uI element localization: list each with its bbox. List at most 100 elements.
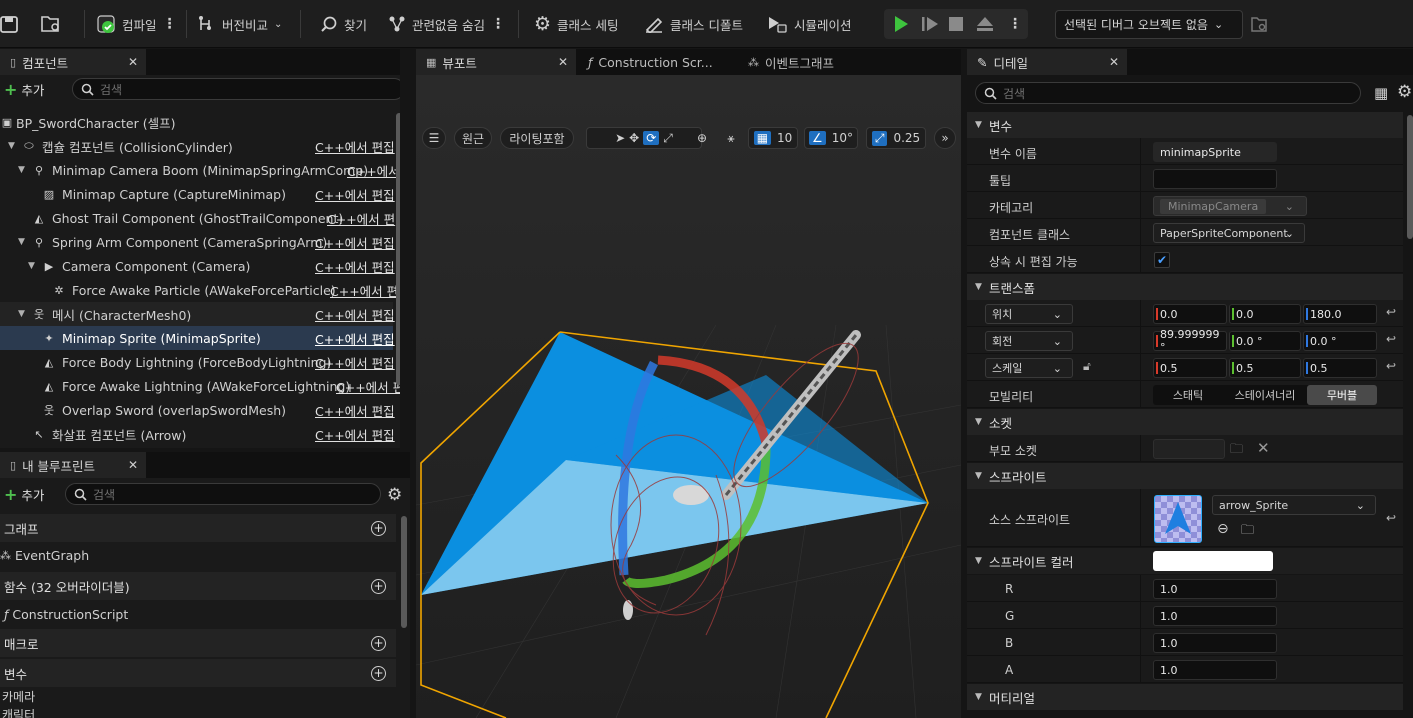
- lock-icon[interactable]: 🔓︎: [1083, 359, 1091, 374]
- add-graph-icon[interactable]: +: [371, 520, 386, 536]
- tree-row-minimap-capture[interactable]: ▨ Minimap Capture (CaptureMinimap) C++에서…: [0, 182, 395, 206]
- rotation-z-field[interactable]: 0.0 °: [1303, 331, 1377, 351]
- scale-y-field[interactable]: 0.5: [1229, 358, 1301, 378]
- class-defaults-button[interactable]: 클래스 디폴트: [644, 0, 743, 48]
- class-settings-button[interactable]: ⚙ 클래스 세팅: [534, 0, 619, 48]
- variable-section-header[interactable]: ▼ 변수: [967, 112, 1403, 138]
- blueprint-scrollbar[interactable]: [401, 516, 407, 628]
- gear-icon[interactable]: ⚙: [1397, 82, 1412, 102]
- graph-section-header[interactable]: 그래프 +: [0, 514, 396, 542]
- event-graph-item[interactable]: ⁂ EventGraph: [0, 544, 89, 566]
- sprite-section-header[interactable]: ▼ 스프라이트: [967, 463, 1403, 489]
- mobility-stationary-option[interactable]: 스테이셔너리: [1223, 385, 1307, 405]
- hide-unrelated-options-icon[interactable]: ⋮: [491, 16, 505, 32]
- edit-in-cpp-link[interactable]: C++에서 편집: [315, 257, 395, 276]
- tab-details[interactable]: ✎ 디테일 ✕: [967, 49, 1127, 75]
- grid-snap-button[interactable]: ▦ 10: [748, 127, 798, 149]
- add-variable-icon[interactable]: +: [371, 665, 386, 681]
- save-icon[interactable]: [0, 0, 20, 48]
- debug-browse-icon[interactable]: [1250, 0, 1268, 48]
- compile-button[interactable]: 컴파일 ⋮: [96, 0, 177, 48]
- edit-in-cpp-link[interactable]: C++에서 편: [330, 281, 398, 300]
- construction-script-item[interactable]: ƒ ConstructionScript: [4, 603, 128, 625]
- edit-in-cpp-link[interactable]: C++에서 편: [327, 209, 395, 228]
- edit-in-cpp-link[interactable]: C++에서 편집: [315, 137, 395, 156]
- scale-mode-dropdown[interactable]: 스케일 ⌄: [985, 358, 1073, 378]
- tree-row-minimap-sprite[interactable]: ✦ Minimap Sprite (MinimapSprite) C++에서 편…: [0, 326, 395, 350]
- edit-in-cpp-link[interactable]: C++에서 편집: [315, 233, 395, 252]
- add-macro-icon[interactable]: +: [371, 635, 386, 651]
- details-search-input[interactable]: 검색: [975, 82, 1361, 104]
- tab-my-blueprint[interactable]: ▯ 내 블루프린트 ✕: [0, 452, 146, 478]
- collapse-arrow-icon[interactable]: ▼: [8, 141, 15, 151]
- components-search-input[interactable]: 검색: [72, 78, 400, 100]
- variable-category-camera[interactable]: 카메라: [2, 688, 35, 705]
- eject-button[interactable]: [976, 0, 994, 48]
- rotation-x-field[interactable]: 89.999999 °: [1153, 328, 1227, 354]
- color-g-field[interactable]: 1.0: [1153, 606, 1277, 626]
- functions-section-header[interactable]: 함수 (32 오버라이더블) +: [0, 572, 396, 600]
- browse-icon[interactable]: 🗀︎: [1230, 440, 1243, 462]
- scale-snap-button[interactable]: ⤢ 0.25: [866, 127, 926, 149]
- clear-icon[interactable]: ✕: [1257, 439, 1270, 457]
- select-tool-icon[interactable]: ➤: [615, 131, 625, 145]
- gear-icon[interactable]: ⚙: [387, 485, 402, 505]
- source-sprite-dropdown[interactable]: arrow_Sprite ⌄: [1212, 495, 1376, 515]
- play-options-icon[interactable]: ⋮: [1008, 0, 1022, 48]
- blueprint-search-input[interactable]: 검색: [65, 483, 381, 505]
- close-icon[interactable]: ✕: [128, 458, 138, 472]
- tab-viewport[interactable]: ▦ 뷰포트 ✕: [416, 49, 576, 75]
- table-view-icon[interactable]: ▦: [1374, 84, 1388, 102]
- tree-row-camera[interactable]: ▼ ▶ Camera Component (Camera) C++에서 편집: [0, 254, 395, 278]
- variables-section-header[interactable]: 변수 +: [0, 659, 396, 687]
- sprite-color-row[interactable]: ▼ 스프라이트 컬러: [967, 548, 1403, 574]
- sprite-thumbnail[interactable]: [1154, 495, 1202, 543]
- scale-x-field[interactable]: 0.5: [1153, 358, 1227, 378]
- compile-options-icon[interactable]: ⋮: [163, 16, 177, 32]
- category-dropdown[interactable]: MinimapCamera ⌄: [1153, 196, 1307, 216]
- add-blueprint-item-button[interactable]: + 추가: [4, 483, 44, 505]
- edit-in-cpp-link[interactable]: C++에서: [347, 161, 400, 180]
- edit-in-cpp-link[interactable]: C++에서 편집: [315, 353, 395, 372]
- color-a-field[interactable]: 1.0: [1153, 660, 1277, 680]
- rotation-mode-dropdown[interactable]: 회전 ⌄: [985, 331, 1073, 351]
- tooltip-field[interactable]: [1153, 169, 1277, 189]
- location-z-field[interactable]: 180.0: [1303, 304, 1377, 324]
- stop-button[interactable]: [948, 0, 964, 48]
- use-selected-asset-icon[interactable]: ⊖: [1217, 521, 1229, 537]
- close-icon[interactable]: ✕: [128, 55, 138, 69]
- close-icon[interactable]: ✕: [1109, 55, 1119, 69]
- collapse-arrow-icon[interactable]: ▼: [28, 261, 35, 271]
- collapse-arrow-icon[interactable]: ▼: [18, 309, 25, 319]
- edit-in-cpp-link[interactable]: C++에서 편: [336, 377, 400, 396]
- translate-tool-icon[interactable]: ✥: [629, 131, 639, 145]
- tree-row-mesh[interactable]: ▼ 웃 메시 (CharacterMesh0) C++에서 편집: [0, 302, 395, 326]
- browse-icon[interactable]: [40, 0, 62, 48]
- reset-arrow-icon[interactable]: ↩: [1386, 359, 1396, 373]
- location-mode-dropdown[interactable]: 위치 ⌄: [985, 304, 1073, 324]
- edit-in-cpp-link[interactable]: C++에서 편집: [315, 425, 395, 444]
- tree-row-spring-arm[interactable]: ▼ ⚲ Spring Arm Component (CameraSpringAr…: [0, 230, 395, 254]
- edit-in-cpp-link[interactable]: C++에서 편집: [315, 401, 395, 420]
- browse-asset-icon[interactable]: 🗀︎: [1241, 521, 1254, 543]
- reset-arrow-icon[interactable]: ↩: [1386, 511, 1396, 525]
- lighting-mode-button[interactable]: 라이팅포함: [500, 127, 574, 149]
- mobility-movable-option[interactable]: 무버블: [1307, 385, 1377, 405]
- surface-snap-icon[interactable]: ⚹: [718, 127, 744, 149]
- sprite-color-swatch[interactable]: [1153, 551, 1273, 571]
- viewport-options-button[interactable]: ☰: [422, 127, 446, 149]
- rotation-snap-button[interactable]: ∠ 10°: [804, 127, 858, 149]
- more-options-button[interactable]: »: [934, 127, 956, 149]
- viewport-scene[interactable]: [416, 75, 961, 718]
- socket-section-header[interactable]: ▼ 소켓: [967, 409, 1403, 435]
- transform-section-header[interactable]: ▼ 트랜스폼: [967, 274, 1403, 300]
- mobility-static-option[interactable]: 스태틱: [1153, 385, 1223, 405]
- parent-socket-field[interactable]: [1153, 439, 1225, 459]
- variable-category-character[interactable]: 캐릭터: [2, 706, 35, 718]
- tree-row-self[interactable]: ▣ BP_SwordCharacter (셀프): [0, 110, 393, 134]
- tab-construction-script[interactable]: ƒ Construction Scr...: [578, 49, 736, 75]
- tree-row-capsule[interactable]: ▼ ⬭ 캡슐 컴포넌트 (CollisionCylinder) C++에서 편집: [0, 134, 395, 158]
- edit-in-cpp-link[interactable]: C++에서 편집: [315, 305, 395, 324]
- reset-arrow-icon[interactable]: ↩: [1386, 305, 1396, 319]
- rotate-tool-icon[interactable]: ⟳: [643, 131, 660, 145]
